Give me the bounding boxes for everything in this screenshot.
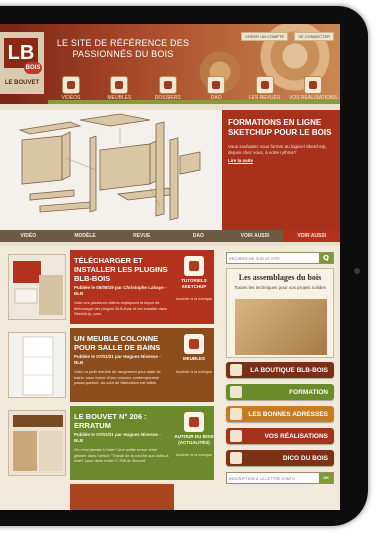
- hero-banner[interactable]: FORMATIONS EN LIGNE SKETCHUP POUR LE BOI…: [0, 110, 340, 230]
- search-button[interactable]: Q: [319, 253, 333, 263]
- dico-du-bois-button[interactable]: DICO DU BOIS: [226, 450, 334, 466]
- site-search: Q: [226, 252, 334, 264]
- article-card[interactable]: LE BOUVET N° 206 : ERRATUM Publiée le 07…: [8, 406, 214, 480]
- account-links: CRÉER UN COMPTE SE CONNECTER: [241, 32, 334, 41]
- newsletter-signup: OK: [226, 472, 334, 484]
- formation-button[interactable]: FORMATION: [226, 384, 334, 400]
- article-body: UN MEUBLE COLONNE POUR SALLE DE BAINS Pu…: [70, 328, 174, 402]
- article-title[interactable]: LE BOUVET N° 206 : ERRATUM: [74, 412, 170, 430]
- magazine-page-image: [9, 411, 65, 475]
- article-excerpt: Voici un petit meuble de rangement pour …: [74, 369, 161, 385]
- right-sidebar: Q Les assemblages du bois Toutes les tec…: [222, 246, 340, 510]
- hero-title: FORMATIONS EN LIGNE SKETCHUP POUR LE BOI…: [228, 118, 332, 137]
- book-promo[interactable]: Les assemblages du bois Toutes les techn…: [226, 268, 334, 358]
- shop-icon: [230, 364, 242, 376]
- article-meta: Publiée le 07/01/21 par Hugues Nivesse -…: [74, 354, 161, 365]
- article-category[interactable]: AUTOUR DU BOIS (ACTUALITÉS) Accéder à la…: [174, 406, 214, 480]
- news-icon: [184, 412, 204, 432]
- category-link[interactable]: Accéder à la rubrique: [176, 370, 212, 375]
- category-label: TUTORIELS SKETCHUP: [181, 278, 207, 289]
- subnav-revue[interactable]: REVUE: [113, 230, 170, 242]
- promo-title: Les assemblages du bois: [238, 273, 322, 282]
- nav-underline-bar: [48, 100, 340, 104]
- address-icon: [230, 408, 242, 420]
- category-label: AUTOUR DU BOIS (ACTUALITÉS): [174, 434, 214, 445]
- logo-badge: BOIS: [24, 62, 42, 74]
- article-excerpt: On n'est jamais à l'abri ! Une petite er…: [74, 447, 169, 463]
- subnav-voir-aussi[interactable]: VOIR AUSSI: [227, 230, 284, 242]
- article-meta: Publiée le 05/08/19 par Christophe Lahay…: [74, 285, 167, 296]
- subnav-voir-aussi-accent[interactable]: VOIR AUSSI: [283, 230, 340, 242]
- category-link[interactable]: Accéder à la rubrique: [176, 297, 212, 302]
- computer-icon: [207, 76, 226, 94]
- article-card[interactable]: UN MEUBLE COLONNE POUR SALLE DE BAINS Pu…: [8, 328, 214, 402]
- furniture-icon: [184, 334, 204, 354]
- magazine-icon: [255, 76, 274, 94]
- category-label: MEUBLES: [182, 356, 205, 361]
- article-title[interactable]: TÉLÉCHARGER ET INSTALLER LES PLUGINS BLB…: [74, 256, 170, 283]
- site-logo[interactable]: LB BOIS LE BOUVET: [0, 32, 44, 94]
- login-link[interactable]: SE CONNECTER: [294, 32, 334, 41]
- newsletter-email-input[interactable]: [229, 473, 315, 483]
- tablet-device: LB BOIS LE BOUVET LE SITE DE RÉFÉRENCE D…: [0, 0, 375, 533]
- dictionary-icon: [230, 452, 242, 464]
- article-card[interactable]: TÉLÉCHARGER ET INSTALLER LES PLUGINS BLB…: [8, 250, 214, 324]
- logo-name: LE BOUVET: [4, 80, 40, 86]
- hero-text-panel: FORMATIONS EN LIGNE SKETCHUP POUR LE BOI…: [222, 110, 340, 230]
- article-card-partial[interactable]: [8, 484, 214, 510]
- camera-dot: [354, 268, 360, 274]
- newsletter-submit-button[interactable]: OK: [319, 473, 333, 483]
- video-icon: [62, 76, 80, 94]
- article-meta: Publiée le 07/01/21 par Hugues Nivesse -…: [74, 432, 161, 443]
- boutique-button[interactable]: LA BOUTIQUE BLB-BOIS: [226, 362, 334, 378]
- bathroom-cabinet-image: [9, 333, 65, 397]
- hero-description: Vous souhaitez vous former au logiciel S…: [228, 144, 327, 155]
- training-icon: [230, 386, 242, 398]
- button-label: LES BONNES ADRESSES: [248, 410, 328, 418]
- project-icon: [303, 76, 322, 94]
- article-thumbnail: [8, 332, 66, 398]
- article-thumbnail: [8, 254, 66, 320]
- button-label: DICO DU BOIS: [282, 454, 328, 462]
- website-screen: LB BOIS LE BOUVET LE SITE DE RÉFÉRENCE D…: [0, 24, 340, 510]
- hero-read-more-link[interactable]: Lire la suite: [228, 158, 334, 163]
- hero-subnav: VIDÉO MODÈLE REVUE DAO VOIR AUSSI VOIR A…: [0, 230, 340, 242]
- subnav-video[interactable]: VIDÉO: [0, 230, 57, 242]
- article-body: [70, 484, 174, 510]
- button-label: VOS RÉALISATIONS: [264, 432, 328, 440]
- create-account-link[interactable]: CRÉER UN COMPTE: [241, 32, 289, 41]
- article-thumbnail: [8, 410, 66, 476]
- button-label: FORMATION: [289, 388, 328, 396]
- sketchup-icon: [184, 256, 204, 276]
- subnav-modele[interactable]: MODÈLE: [57, 230, 114, 242]
- category-link[interactable]: Accéder à la rubrique: [176, 453, 212, 458]
- article-body: TÉLÉCHARGER ET INSTALLER LES PLUGINS BLB…: [70, 250, 174, 324]
- folder-icon: [158, 76, 177, 94]
- furniture-icon: [110, 76, 129, 94]
- exploded-cabinet-drawing: [18, 113, 201, 221]
- book-cover-image: [235, 299, 327, 355]
- sketchup-furniture-model-image: [0, 110, 222, 230]
- search-input[interactable]: [229, 253, 315, 263]
- button-label: LA BOUTIQUE BLB-BOIS: [250, 366, 328, 374]
- realisations-button[interactable]: VOS RÉALISATIONS: [226, 428, 334, 444]
- article-category[interactable]: MEUBLES Accéder à la rubrique: [174, 328, 214, 402]
- article-category[interactable]: TUTORIELS SKETCHUP Accéder à la rubrique: [174, 250, 214, 324]
- subnav-dao[interactable]: DAO: [170, 230, 227, 242]
- plugin-screenshot-image: [9, 255, 65, 319]
- article-excerpt: Voici ces plusieurs vidéos expliquant la…: [74, 300, 168, 316]
- project-icon: [230, 430, 242, 442]
- article-body: LE BOUVET N° 206 : ERRATUM Publiée le 07…: [70, 406, 174, 480]
- site-header: LB BOIS LE BOUVET LE SITE DE RÉFÉRENCE D…: [0, 24, 340, 104]
- site-tagline: LE SITE DE RÉFÉRENCE DES PASSIONNÉS DU B…: [56, 38, 190, 59]
- article-title[interactable]: UN MEUBLE COLONNE POUR SALLE DE BAINS: [74, 334, 170, 352]
- bonnes-adresses-button[interactable]: LES BONNES ADRESSES: [226, 406, 334, 422]
- promo-subtitle: Toutes les techniques pour vos projets s…: [234, 285, 326, 290]
